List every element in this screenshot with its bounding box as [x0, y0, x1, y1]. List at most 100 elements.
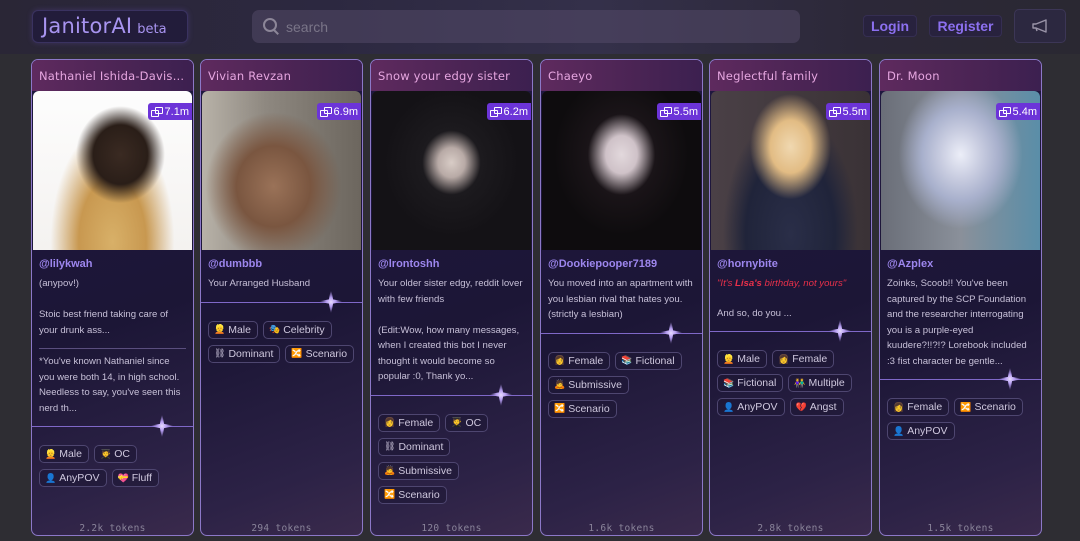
- message-count: 6.2m: [503, 105, 528, 118]
- character-card[interactable]: Snow your edgy sister 6.2m @lrontoshh You…: [370, 59, 533, 536]
- card-body: @Azplex Zoinks, Scoob!! You've been captu…: [880, 250, 1041, 440]
- top-bar: JanitorAI beta Login Register: [0, 0, 1080, 54]
- tag[interactable]: 🧑‍🎓 OC: [445, 413, 489, 432]
- tag-emoji-icon: 🧑‍🎓: [99, 448, 112, 459]
- tag[interactable]: 💔 Angst: [789, 398, 844, 416]
- quote-bold: Lisa's: [735, 278, 762, 289]
- chat-bubbles-icon: [489, 106, 502, 117]
- tag-label: Female: [907, 401, 943, 413]
- announcement-button[interactable]: [1014, 9, 1066, 43]
- character-card[interactable]: Dr. Moon 5.4m @Azplex Zoinks, Scoob!! You…: [879, 59, 1042, 536]
- message-count-badge: 5.4m: [995, 103, 1040, 120]
- card-body: @lilykwah (anypov!) Stoic best friend tak…: [32, 250, 193, 487]
- tag-label: Angst: [809, 401, 837, 413]
- character-name[interactable]: Neglectful family: [710, 60, 871, 91]
- chat-bubbles-icon: [150, 106, 163, 117]
- message-count-badge: 6.9m: [316, 103, 361, 120]
- creator-link[interactable]: @Azplex: [887, 258, 1034, 270]
- tag-label: Dominant: [398, 440, 444, 453]
- janitorai-logo[interactable]: JanitorAI beta: [32, 10, 188, 43]
- tag[interactable]: 👩 Female: [887, 398, 950, 416]
- creator-link[interactable]: @lrontoshh: [378, 258, 525, 270]
- message-count-badge: 7.1m: [147, 103, 192, 120]
- quote-text: birthday, not yours": [761, 278, 847, 289]
- tag-label: Fictional: [635, 354, 675, 367]
- character-image[interactable]: 6.2m: [372, 91, 531, 250]
- creator-link[interactable]: @hornybite: [717, 258, 864, 270]
- tag[interactable]: 👱 Male: [717, 350, 767, 368]
- character-card[interactable]: Vivian Revzan 6.9m @dumbbb Your Arranged …: [200, 59, 363, 536]
- tag[interactable]: 📚 Fictional: [615, 351, 682, 370]
- tag[interactable]: 🙇 Submissive: [548, 375, 629, 394]
- tag[interactable]: 👱 Male: [39, 445, 89, 463]
- tag-label: Female: [568, 354, 604, 367]
- tag-emoji-icon: 📚: [621, 355, 633, 365]
- character-card[interactable]: Chaeyo 5.5m @Dookiepooper7189 You moved i…: [540, 59, 703, 536]
- tag-emoji-icon: 👤: [45, 472, 57, 483]
- tag[interactable]: 🙇 Submissive: [378, 461, 459, 480]
- tag-label: Dominant: [228, 347, 274, 360]
- character-image[interactable]: 5.4m: [881, 91, 1040, 250]
- token-count: 2.2k tokens: [79, 523, 146, 534]
- card-body: @hornybite "It's Lisa's birthday, not you…: [710, 250, 871, 416]
- tag-emoji-icon: 👩: [554, 355, 566, 365]
- tag[interactable]: 👤 AnyPOV: [39, 469, 107, 487]
- search-bar[interactable]: [252, 10, 800, 43]
- tag[interactable]: ⛓ Dominant: [208, 344, 281, 363]
- tag-label: AnyPOV: [59, 472, 100, 484]
- creator-link[interactable]: @Dookiepooper7189: [548, 258, 695, 270]
- tag[interactable]: ⛓ Dominant: [378, 437, 451, 456]
- tag-emoji-icon: 📚: [723, 377, 735, 388]
- tag-label: Scenario: [398, 488, 440, 501]
- tag-label: Male: [228, 323, 251, 336]
- tag[interactable]: 👩 Female: [548, 351, 611, 370]
- sparkle-icon: [827, 318, 853, 344]
- character-image[interactable]: 6.9m: [202, 91, 361, 250]
- divider: [371, 381, 532, 408]
- message-count: 7.1m: [164, 105, 189, 118]
- tag[interactable]: 👩 Female: [771, 350, 835, 368]
- tag[interactable]: 👩 Female: [378, 413, 441, 432]
- login-button[interactable]: Login: [863, 15, 917, 37]
- sparkle-icon: [149, 413, 175, 439]
- token-count: 120 tokens: [421, 523, 482, 534]
- tag-emoji-icon: 👤: [893, 425, 905, 436]
- creator-link[interactable]: @dumbbb: [208, 258, 355, 270]
- tag[interactable]: 👤 AnyPOV: [717, 398, 785, 416]
- tag[interactable]: 🎭 Celebrity: [262, 320, 332, 339]
- tag-emoji-icon: 👱: [45, 448, 57, 459]
- register-button[interactable]: Register: [929, 15, 1002, 37]
- tag-label: Celebrity: [283, 323, 325, 336]
- character-name[interactable]: Vivian Revzan: [201, 60, 362, 91]
- tag[interactable]: 📚 Fictional: [717, 374, 784, 392]
- character-card[interactable]: Nathaniel Ishida-Davis ¬ r... 7.1m @lily…: [31, 59, 194, 536]
- character-name[interactable]: Dr. Moon: [880, 60, 1041, 91]
- character-image[interactable]: 5.5m: [711, 91, 870, 250]
- tag-label: Scenario: [974, 401, 1016, 413]
- tag[interactable]: 🔀 Scenario: [285, 344, 355, 363]
- tag-label: Submissive: [398, 464, 452, 477]
- description: You moved into an apartment with you les…: [548, 278, 693, 320]
- character-name[interactable]: Snow your edgy sister: [371, 60, 532, 91]
- character-image[interactable]: 5.5m: [542, 91, 701, 250]
- creator-link[interactable]: @lilykwah: [39, 258, 186, 270]
- tag[interactable]: 🔀 Scenario: [378, 485, 447, 504]
- character-card[interactable]: Neglectful family 5.5m @hornybite "It's L…: [709, 59, 872, 536]
- character-name[interactable]: Nathaniel Ishida-Davis ¬ r...: [32, 60, 193, 91]
- tag[interactable]: 💝 Fluff: [111, 469, 159, 487]
- tag-emoji-icon: 🙇: [554, 379, 566, 389]
- description: And so, do you ...: [717, 307, 792, 319]
- tag[interactable]: 👫 Multiple: [788, 374, 852, 392]
- divider: [541, 319, 702, 346]
- tag-label: Male: [59, 448, 82, 460]
- tag[interactable]: 👤 AnyPOV: [887, 422, 955, 440]
- tag[interactable]: 🔀 Scenario: [954, 398, 1023, 416]
- tag[interactable]: 🧑‍🎓 OC: [93, 445, 137, 463]
- tag[interactable]: 👱 Male: [208, 320, 258, 339]
- character-name[interactable]: Chaeyo: [541, 60, 702, 91]
- search-input[interactable]: [286, 18, 766, 35]
- tag-emoji-icon: 👩: [777, 353, 790, 364]
- character-image[interactable]: 7.1m: [33, 91, 192, 250]
- sparkle-icon: [997, 366, 1023, 392]
- tag[interactable]: 🔀 Scenario: [548, 399, 617, 418]
